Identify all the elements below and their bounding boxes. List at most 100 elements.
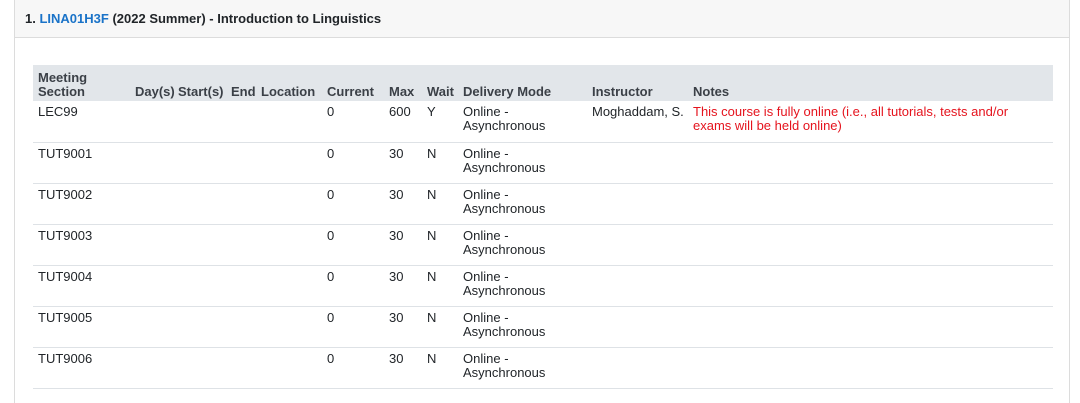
header-location: Location (256, 65, 322, 101)
course-title: (2022 Summer) - Introduction to Linguist… (112, 11, 382, 26)
cell-end (226, 306, 256, 348)
header-wait: Wait (422, 65, 458, 101)
cell-section: TUT9006 (33, 347, 130, 389)
cell-delivery-mode: Online - Asynchronous (458, 224, 587, 266)
cell-notes (688, 183, 1053, 225)
cell-current: 0 (322, 101, 384, 143)
cell-instructor (587, 183, 688, 225)
cell-max: 30 (384, 224, 422, 266)
header-instructor: Instructor (587, 65, 688, 101)
cell-days (130, 101, 173, 143)
cell-start (173, 347, 226, 389)
cell-current: 0 (322, 224, 384, 266)
table-row: TUT9003 0 30 N Online - Asynchronous (33, 224, 1053, 266)
cell-current: 0 (322, 142, 384, 184)
cell-end (226, 142, 256, 184)
cell-wait: N (422, 142, 458, 184)
cell-delivery-mode: Online - Asynchronous (458, 183, 587, 225)
cell-max: 30 (384, 347, 422, 389)
cell-delivery-mode: Online - Asynchronous (458, 142, 587, 184)
cell-start (173, 224, 226, 266)
cell-delivery-mode: Online - Asynchronous (458, 347, 587, 389)
cell-end (226, 347, 256, 389)
cell-section: TUT9003 (33, 224, 130, 266)
cell-location (256, 142, 322, 184)
cell-days (130, 224, 173, 266)
cell-days (130, 265, 173, 307)
cell-start (173, 265, 226, 307)
cell-instructor (587, 224, 688, 266)
cell-notes: This course is fully online (i.e., all t… (688, 101, 1053, 143)
cell-days (130, 183, 173, 225)
cell-max: 30 (384, 183, 422, 225)
cell-section: TUT9001 (33, 142, 130, 184)
cell-max: 30 (384, 142, 422, 184)
cell-location (256, 183, 322, 225)
cell-start (173, 101, 226, 143)
cell-end (226, 101, 256, 143)
sections-table-container: Meeting Section Day(s) Start(s) End Loca… (33, 65, 1053, 389)
table-row: TUT9004 0 30 N Online - Asynchronous (33, 265, 1053, 307)
cell-section: TUT9002 (33, 183, 130, 225)
cell-instructor (587, 265, 688, 307)
cell-notes (688, 306, 1053, 348)
cell-days (130, 142, 173, 184)
cell-start (173, 142, 226, 184)
cell-notes (688, 265, 1053, 307)
cell-location (256, 101, 322, 143)
cell-location (256, 347, 322, 389)
cell-location (256, 306, 322, 348)
cell-days (130, 347, 173, 389)
table-row: TUT9005 0 30 N Online - Asynchronous (33, 306, 1053, 348)
cell-max: 30 (384, 265, 422, 307)
table-header-row: Meeting Section Day(s) Start(s) End Loca… (33, 65, 1053, 101)
cell-days (130, 306, 173, 348)
cell-section: LEC99 (33, 101, 130, 143)
course-panel: 1. LINA01H3F (2022 Summer) - Introductio… (14, 0, 1070, 403)
cell-instructor (587, 306, 688, 348)
course-heading: 1. LINA01H3F (2022 Summer) - Introductio… (15, 0, 1069, 38)
table-row: TUT9001 0 30 N Online - Asynchronous (33, 142, 1053, 184)
cell-delivery-mode: Online - Asynchronous (458, 101, 587, 143)
cell-current: 0 (322, 265, 384, 307)
table-row: TUT9006 0 30 N Online - Asynchronous (33, 347, 1053, 389)
course-code-link[interactable]: LINA01H3F (39, 11, 108, 26)
cell-start (173, 306, 226, 348)
table-row: TUT9002 0 30 N Online - Asynchronous (33, 183, 1053, 225)
cell-wait: N (422, 306, 458, 348)
cell-section: TUT9004 (33, 265, 130, 307)
header-end: End (226, 65, 256, 101)
cell-max: 600 (384, 101, 422, 143)
cell-delivery-mode: Online - Asynchronous (458, 306, 587, 348)
cell-section: TUT9005 (33, 306, 130, 348)
header-max: Max (384, 65, 422, 101)
cell-start (173, 183, 226, 225)
cell-location (256, 265, 322, 307)
cell-wait: Y (422, 101, 458, 143)
cell-notes (688, 224, 1053, 266)
cell-delivery-mode: Online - Asynchronous (458, 265, 587, 307)
cell-end (226, 183, 256, 225)
cell-wait: N (422, 224, 458, 266)
cell-max: 30 (384, 306, 422, 348)
cell-notes (688, 142, 1053, 184)
header-current: Current (322, 65, 384, 101)
cell-instructor (587, 347, 688, 389)
cell-current: 0 (322, 306, 384, 348)
cell-notes (688, 347, 1053, 389)
header-days: Day(s) (130, 65, 175, 101)
cell-end (226, 265, 256, 307)
cell-end (226, 224, 256, 266)
table-row: LEC99 0 600 Y Online - Asynchronous Mogh… (33, 101, 1053, 143)
cell-wait: N (422, 347, 458, 389)
cell-current: 0 (322, 183, 384, 225)
cell-wait: N (422, 265, 458, 307)
cell-instructor: Moghaddam, S. (587, 101, 688, 143)
cell-current: 0 (322, 347, 384, 389)
sections-table: Meeting Section Day(s) Start(s) End Loca… (33, 65, 1053, 389)
cell-location (256, 224, 322, 266)
header-delivery-mode: Delivery Mode (458, 65, 587, 101)
header-meeting-section: Meeting Section (33, 65, 130, 101)
course-number: 1. (25, 11, 36, 26)
header-notes: Notes (688, 65, 1053, 101)
